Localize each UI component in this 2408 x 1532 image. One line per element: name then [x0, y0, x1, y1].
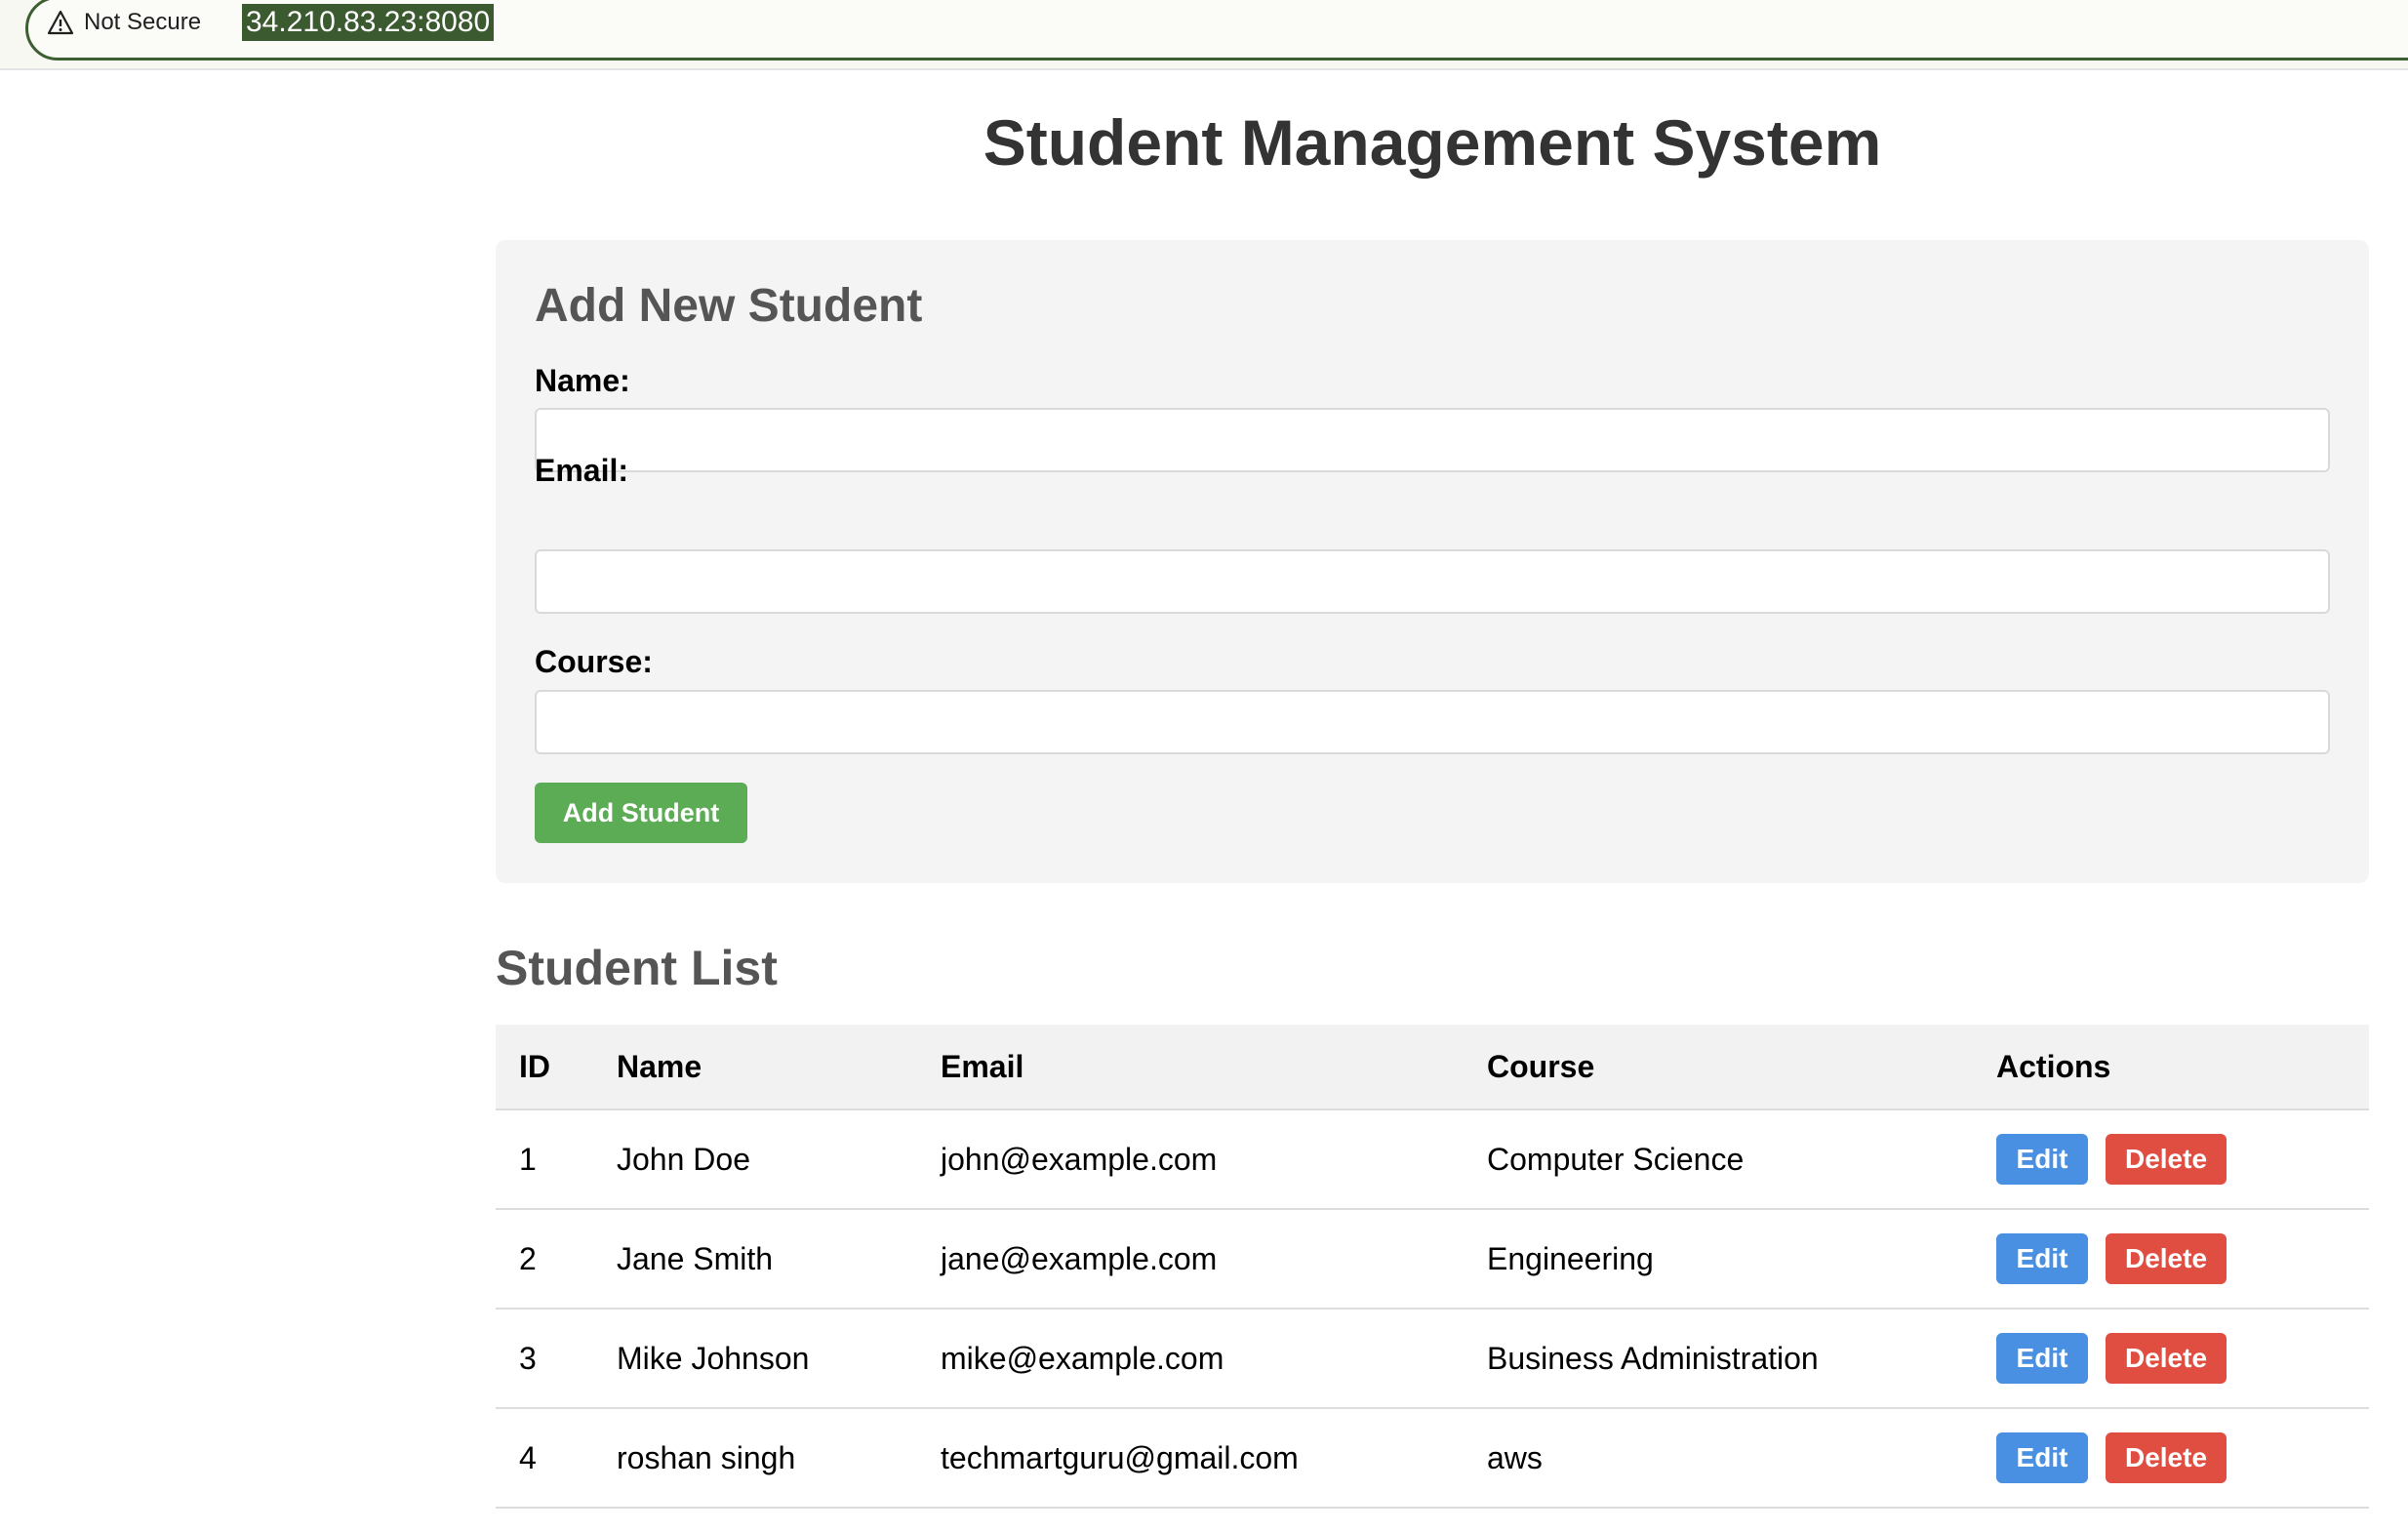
cell-email: techmartguru@gmail.com [917, 1408, 1464, 1509]
course-label: Course: [535, 644, 653, 679]
email-input[interactable] [535, 549, 2330, 614]
not-secure-label[interactable]: Not Secure [84, 8, 201, 37]
name-label: Name: [535, 363, 630, 398]
delete-button[interactable]: Delete [2106, 1432, 2227, 1483]
cell-actions: Edit Delete [1973, 1209, 2369, 1310]
cell-name: John Doe [593, 1109, 917, 1210]
add-student-button[interactable]: Add Student [535, 783, 747, 843]
cell-id: 3 [496, 1309, 593, 1409]
cell-name: roshan singh [593, 1408, 917, 1509]
table-row: 3 Mike Johnson mike@example.com Business… [496, 1309, 2369, 1409]
url-text[interactable]: 34.210.83.23:8080 [242, 4, 495, 41]
table-row: 2 Jane Smith jane@example.com Engineerin… [496, 1209, 2369, 1310]
cell-actions: Edit Delete [1973, 1309, 2369, 1409]
student-list-heading: Student List [496, 941, 778, 995]
cell-name: Mike Johnson [593, 1309, 917, 1409]
cell-actions: Edit Delete [1973, 1408, 2369, 1509]
student-table: ID Name Email Course Actions 1 John Doe … [496, 1025, 2369, 1509]
delete-button[interactable]: Delete [2106, 1333, 2227, 1384]
table-row: 4 roshan singh techmartguru@gmail.com aw… [496, 1408, 2369, 1509]
delete-button[interactable]: Delete [2106, 1233, 2227, 1284]
column-header-course: Course [1464, 1025, 1973, 1110]
cell-course: Computer Science [1464, 1109, 1973, 1210]
cell-email: john@example.com [917, 1109, 1464, 1210]
column-header-id: ID [496, 1025, 593, 1110]
cell-id: 4 [496, 1408, 593, 1509]
column-header-name: Name [593, 1025, 917, 1110]
cell-id: 2 [496, 1209, 593, 1310]
table-header-row: ID Name Email Course Actions [496, 1025, 2369, 1110]
edit-button[interactable]: Edit [1996, 1134, 2088, 1185]
email-label: Email: [535, 453, 629, 488]
cell-course: aws [1464, 1408, 1973, 1509]
edit-button[interactable]: Edit [1996, 1233, 2088, 1284]
form-heading: Add New Student [535, 280, 923, 332]
table-row: 1 John Doe john@example.com Computer Sci… [496, 1109, 2369, 1210]
edit-button[interactable]: Edit [1996, 1432, 2088, 1483]
course-input[interactable] [535, 690, 2330, 754]
cell-actions: Edit Delete [1973, 1109, 2369, 1210]
cell-id: 1 [496, 1109, 593, 1210]
browser-address-bar: Not Secure 34.210.83.23:8080 [0, 0, 2408, 70]
cell-course: Business Administration [1464, 1309, 1973, 1409]
cell-email: mike@example.com [917, 1309, 1464, 1409]
delete-button[interactable]: Delete [2106, 1134, 2227, 1185]
warning-icon [47, 10, 74, 35]
add-student-form: Add New Student Name: Email: Course: Add… [496, 240, 2369, 883]
column-header-email: Email [917, 1025, 1464, 1110]
edit-button[interactable]: Edit [1996, 1333, 2088, 1384]
cell-course: Engineering [1464, 1209, 1973, 1310]
page-title: Student Management System [983, 106, 1882, 179]
name-input[interactable] [535, 408, 2330, 472]
cell-name: Jane Smith [593, 1209, 917, 1310]
cell-email: jane@example.com [917, 1209, 1464, 1310]
column-header-actions: Actions [1973, 1025, 2369, 1110]
